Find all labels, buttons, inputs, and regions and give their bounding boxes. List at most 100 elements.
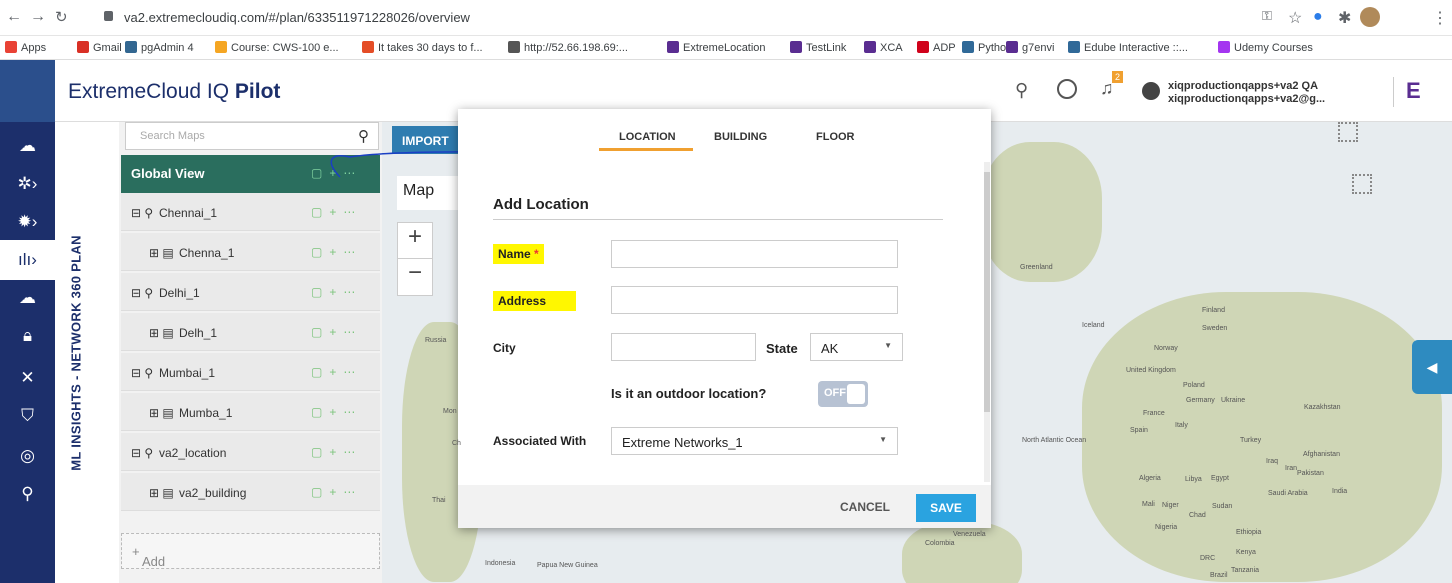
bookmark-item[interactable]: XCA: [864, 41, 903, 54]
name-label: Name *: [493, 244, 544, 264]
outdoor-question: Is it an outdoor location?: [611, 386, 767, 401]
tree-node-building[interactable]: ⊞ ▤ Mumba_1 ▢+⋯: [121, 393, 380, 431]
reload-icon[interactable]: ↻: [55, 8, 68, 26]
scrollbar-thumb[interactable]: [984, 172, 990, 412]
bookmark-item[interactable]: Apps: [5, 41, 46, 54]
user-name[interactable]: xiqproductionqapps+va2 QA: [1168, 80, 1318, 92]
tree-node-location[interactable]: ⊟ ⚲ Delhi_1 ▢+⋯: [121, 273, 380, 311]
tree-node-building[interactable]: ⊞ ▤ Chenna_1 ▢+⋯: [121, 233, 380, 271]
cloud-upload-icon[interactable]: ☁: [0, 126, 55, 166]
land-eurasia-africa: [1082, 292, 1442, 582]
node-label: Mumba_1: [179, 406, 233, 420]
extensions-icon[interactable]: ✱: [1338, 8, 1351, 28]
bookmark-item[interactable]: Python: [962, 41, 1012, 54]
map-label: Norway: [1154, 345, 1178, 352]
map-label: Algeria: [1139, 475, 1161, 482]
app-title: ExtremeCloud IQ Pilot: [68, 80, 280, 104]
node-actions[interactable]: ▢+⋯: [311, 245, 362, 259]
tree-node-location[interactable]: ⊟ ⚲ Mumbai_1 ▢+⋯: [121, 353, 380, 391]
node-label: va2_building: [179, 486, 247, 500]
forward-icon[interactable]: →: [30, 8, 46, 26]
tree-node-location[interactable]: ⊟ ⚲ Chennai_1 ▢+⋯: [121, 193, 380, 231]
building-icon: ⊞ ▤: [149, 406, 174, 420]
address-bar[interactable]: va2.extremecloudiq.com/#/plan/6335119712…: [124, 10, 470, 25]
cloud-icon[interactable]: ☁: [0, 278, 55, 318]
bookmark-icon: [77, 41, 89, 53]
node-actions[interactable]: ▢+⋯: [311, 325, 362, 339]
bookmark-icon: [667, 41, 679, 53]
node-actions[interactable]: ▢+⋯: [311, 485, 362, 499]
land-greenland: [982, 142, 1102, 282]
bookmark-item[interactable]: Gmail: [77, 41, 122, 54]
bookmark-item[interactable]: ExtremeLocation: [667, 41, 766, 54]
user-icon[interactable]: [1142, 82, 1160, 100]
fullscreen-icon[interactable]: [1352, 174, 1372, 194]
map-label: Turkey: [1240, 437, 1262, 444]
address-field[interactable]: [611, 286, 898, 314]
name-field[interactable]: [611, 240, 898, 268]
insights-icon[interactable]: ılı›: [0, 240, 55, 280]
star-icon[interactable]: ☆: [1288, 8, 1302, 28]
bookmark-item[interactable]: Edube Interactive ::...: [1068, 41, 1188, 54]
bookmark-icon: [790, 41, 802, 53]
state-select[interactable]: AK ▼: [810, 333, 903, 361]
tab-floor[interactable]: FLOOR: [816, 131, 855, 143]
map-label: Germany: [1186, 397, 1215, 404]
bookmark-label: Apps: [21, 42, 47, 54]
bookmark-item[interactable]: pgAdmin 4: [125, 41, 194, 54]
outdoor-toggle[interactable]: OFF: [818, 381, 868, 407]
global-view-label: Global View: [131, 166, 205, 181]
add-button[interactable]: + Add: [121, 533, 380, 569]
key-icon[interactable]: ⚿: [1262, 8, 1272, 24]
map-label: Saudi Arabia: [1268, 490, 1308, 497]
collapse-panel-tab[interactable]: ◀: [1412, 340, 1452, 394]
state-value: AK: [821, 341, 839, 356]
left-nav-rail: ☁ ✲› ✹› ılı› ☁ 🔒︎ ✕ ⛉ ◎ ⚲: [0, 60, 55, 583]
toggle-label: OFF: [824, 387, 846, 399]
bookmark-item[interactable]: Course: CWS-100 e...: [215, 41, 339, 54]
node-actions[interactable]: ▢+⋯: [311, 365, 362, 379]
tab-building[interactable]: BUILDING: [714, 131, 767, 143]
bookmark-item[interactable]: http://52.66.198.69:...: [508, 41, 628, 54]
bookmark-label: Udemy Courses: [1234, 42, 1313, 54]
map-label: DRC: [1200, 555, 1216, 562]
profile-avatar[interactable]: [1360, 7, 1380, 27]
bookmark-item[interactable]: TestLink: [790, 41, 846, 54]
node-actions[interactable]: ▢+⋯: [311, 445, 362, 459]
bookmark-item[interactable]: It takes 30 days to f...: [362, 41, 483, 54]
fullscreen-icon[interactable]: [1338, 122, 1358, 142]
puzzle-icon[interactable]: ✹›: [0, 202, 55, 242]
tools-icon[interactable]: ✕: [0, 358, 55, 398]
node-actions[interactable]: ▢+⋯: [311, 205, 362, 219]
target-icon[interactable]: ◎: [0, 436, 55, 476]
node-actions[interactable]: ▢+⋯: [311, 285, 362, 299]
back-icon[interactable]: ←: [6, 8, 22, 26]
search-icon[interactable]: ⚲: [1015, 80, 1028, 101]
tree-node-building[interactable]: ⊞ ▤ Delh_1 ▢+⋯: [121, 313, 380, 351]
lock-icon[interactable]: 🔒︎: [0, 316, 55, 356]
opera-icon[interactable]: ●: [1313, 8, 1323, 26]
shield-icon[interactable]: ⛉: [0, 396, 55, 436]
associated-select[interactable]: Extreme Networks_1 ▼: [611, 427, 898, 455]
location-pin-icon: ⊟ ⚲: [131, 366, 154, 380]
tree-node-building[interactable]: ⊞ ▤ va2_building ▢+⋯: [121, 473, 380, 511]
gear-icon[interactable]: ✲›: [0, 164, 55, 204]
map-label: Tanzania: [1231, 567, 1260, 574]
search-placeholder: Search Maps: [140, 130, 205, 142]
zoom-in-button[interactable]: +: [398, 223, 432, 259]
bookmark-item[interactable]: Udemy Courses: [1218, 41, 1313, 54]
clock-icon[interactable]: [1057, 79, 1077, 99]
address-label: Address: [493, 291, 577, 311]
menu-icon[interactable]: ⋮: [1432, 8, 1448, 28]
node-actions[interactable]: ▢+⋯: [311, 405, 362, 419]
bookmark-item[interactable]: g7envi: [1006, 41, 1054, 54]
map-label: Egypt: [1211, 475, 1229, 482]
bookmark-item[interactable]: ADP: [917, 41, 956, 54]
tab-location[interactable]: LOCATION: [619, 131, 676, 143]
cancel-button[interactable]: CANCEL: [840, 500, 890, 514]
save-button[interactable]: SAVE: [916, 494, 976, 522]
zoom-out-button[interactable]: −: [398, 259, 432, 287]
location-pin-icon[interactable]: ⚲: [0, 474, 55, 514]
city-field[interactable]: [611, 333, 756, 361]
tree-node-location[interactable]: ⊟ ⚲ va2_location ▢+⋯: [121, 433, 380, 471]
